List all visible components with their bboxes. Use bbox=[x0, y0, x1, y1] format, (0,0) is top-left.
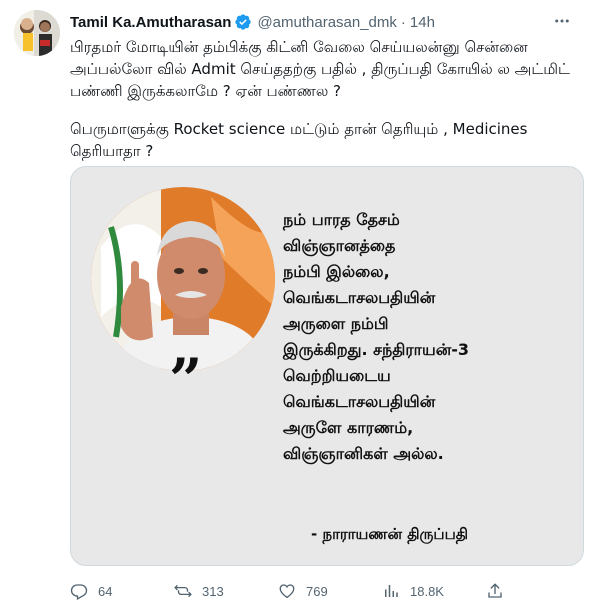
more-icon[interactable] bbox=[550, 12, 574, 35]
quote-line: அருளே காரணம், bbox=[283, 418, 414, 437]
reply-count: 64 bbox=[98, 583, 113, 599]
quote-line: வெற்றியடைய bbox=[283, 366, 391, 385]
retweet-count: 313 bbox=[202, 583, 224, 599]
author-display-name[interactable]: Tamil Ka.Amutharasan bbox=[70, 14, 231, 31]
tweet-paragraph: பிரதமர் மோடியின் தம்பிக்கு கிட்னி வேலை ச… bbox=[70, 38, 570, 100]
heart-icon bbox=[278, 582, 296, 600]
tweet[interactable]: Tamil Ka.Amutharasan @amutharasan_dmk · … bbox=[0, 0, 590, 608]
quote-mark: ” bbox=[169, 346, 203, 414]
speaker-portrait bbox=[91, 187, 275, 371]
author-avatar[interactable] bbox=[14, 10, 60, 56]
tweet-timestamp[interactable]: 14h bbox=[410, 14, 435, 31]
quote-line: நம் பாரத தேசம் bbox=[283, 210, 400, 229]
share-icon bbox=[486, 582, 504, 600]
quote-text: நம் பாரத தேசம் விஞ்ஞானத்தை நம்பி இல்லை, … bbox=[283, 207, 573, 467]
tweet-paragraph: பெருமாளுக்கு Rocket science மட்டும் தான்… bbox=[70, 120, 528, 160]
tweet-action-bar: 64 313 769 18.8K bbox=[70, 578, 574, 604]
like-count: 769 bbox=[306, 583, 328, 599]
separator-dot: · bbox=[400, 13, 406, 31]
retweet-button[interactable]: 313 bbox=[174, 582, 278, 600]
quote-attribution: - நாராயணன் திருப்பதி bbox=[311, 525, 469, 543]
views-icon bbox=[382, 582, 400, 600]
reply-button[interactable]: 64 bbox=[70, 582, 174, 600]
share-button[interactable] bbox=[486, 582, 506, 600]
tweet-text: பிரதமர் மோடியின் தம்பிக்கு கிட்னி வேலை ச… bbox=[70, 36, 570, 162]
quote-line: அருளை நம்பி bbox=[283, 314, 389, 333]
tweet-media-image[interactable]: ” நம் பாரத தேசம் விஞ்ஞானத்தை நம்பி இல்லை… bbox=[70, 166, 584, 566]
quote-line: இருக்கிறது. சந்திராயன்-3 bbox=[283, 340, 470, 359]
views-button[interactable]: 18.8K bbox=[382, 582, 486, 600]
quote-line: விஞ்ஞானிகள் அல்ல. bbox=[283, 444, 444, 463]
retweet-icon bbox=[174, 582, 192, 600]
quote-line: நம்பி இல்லை, bbox=[283, 262, 390, 281]
quote-line: விஞ்ஞானத்தை bbox=[283, 236, 396, 255]
like-button[interactable]: 769 bbox=[278, 582, 382, 600]
reply-icon bbox=[70, 582, 88, 600]
quote-line: வெங்கடாசலபதியின் bbox=[283, 392, 436, 411]
quote-line: வெங்கடாசலபதியின் bbox=[283, 288, 436, 307]
tweet-header: Tamil Ka.Amutharasan @amutharasan_dmk · … bbox=[70, 12, 576, 32]
verified-badge-icon bbox=[234, 13, 252, 31]
views-count: 18.8K bbox=[410, 583, 444, 599]
author-handle[interactable]: @amutharasan_dmk bbox=[257, 14, 396, 31]
